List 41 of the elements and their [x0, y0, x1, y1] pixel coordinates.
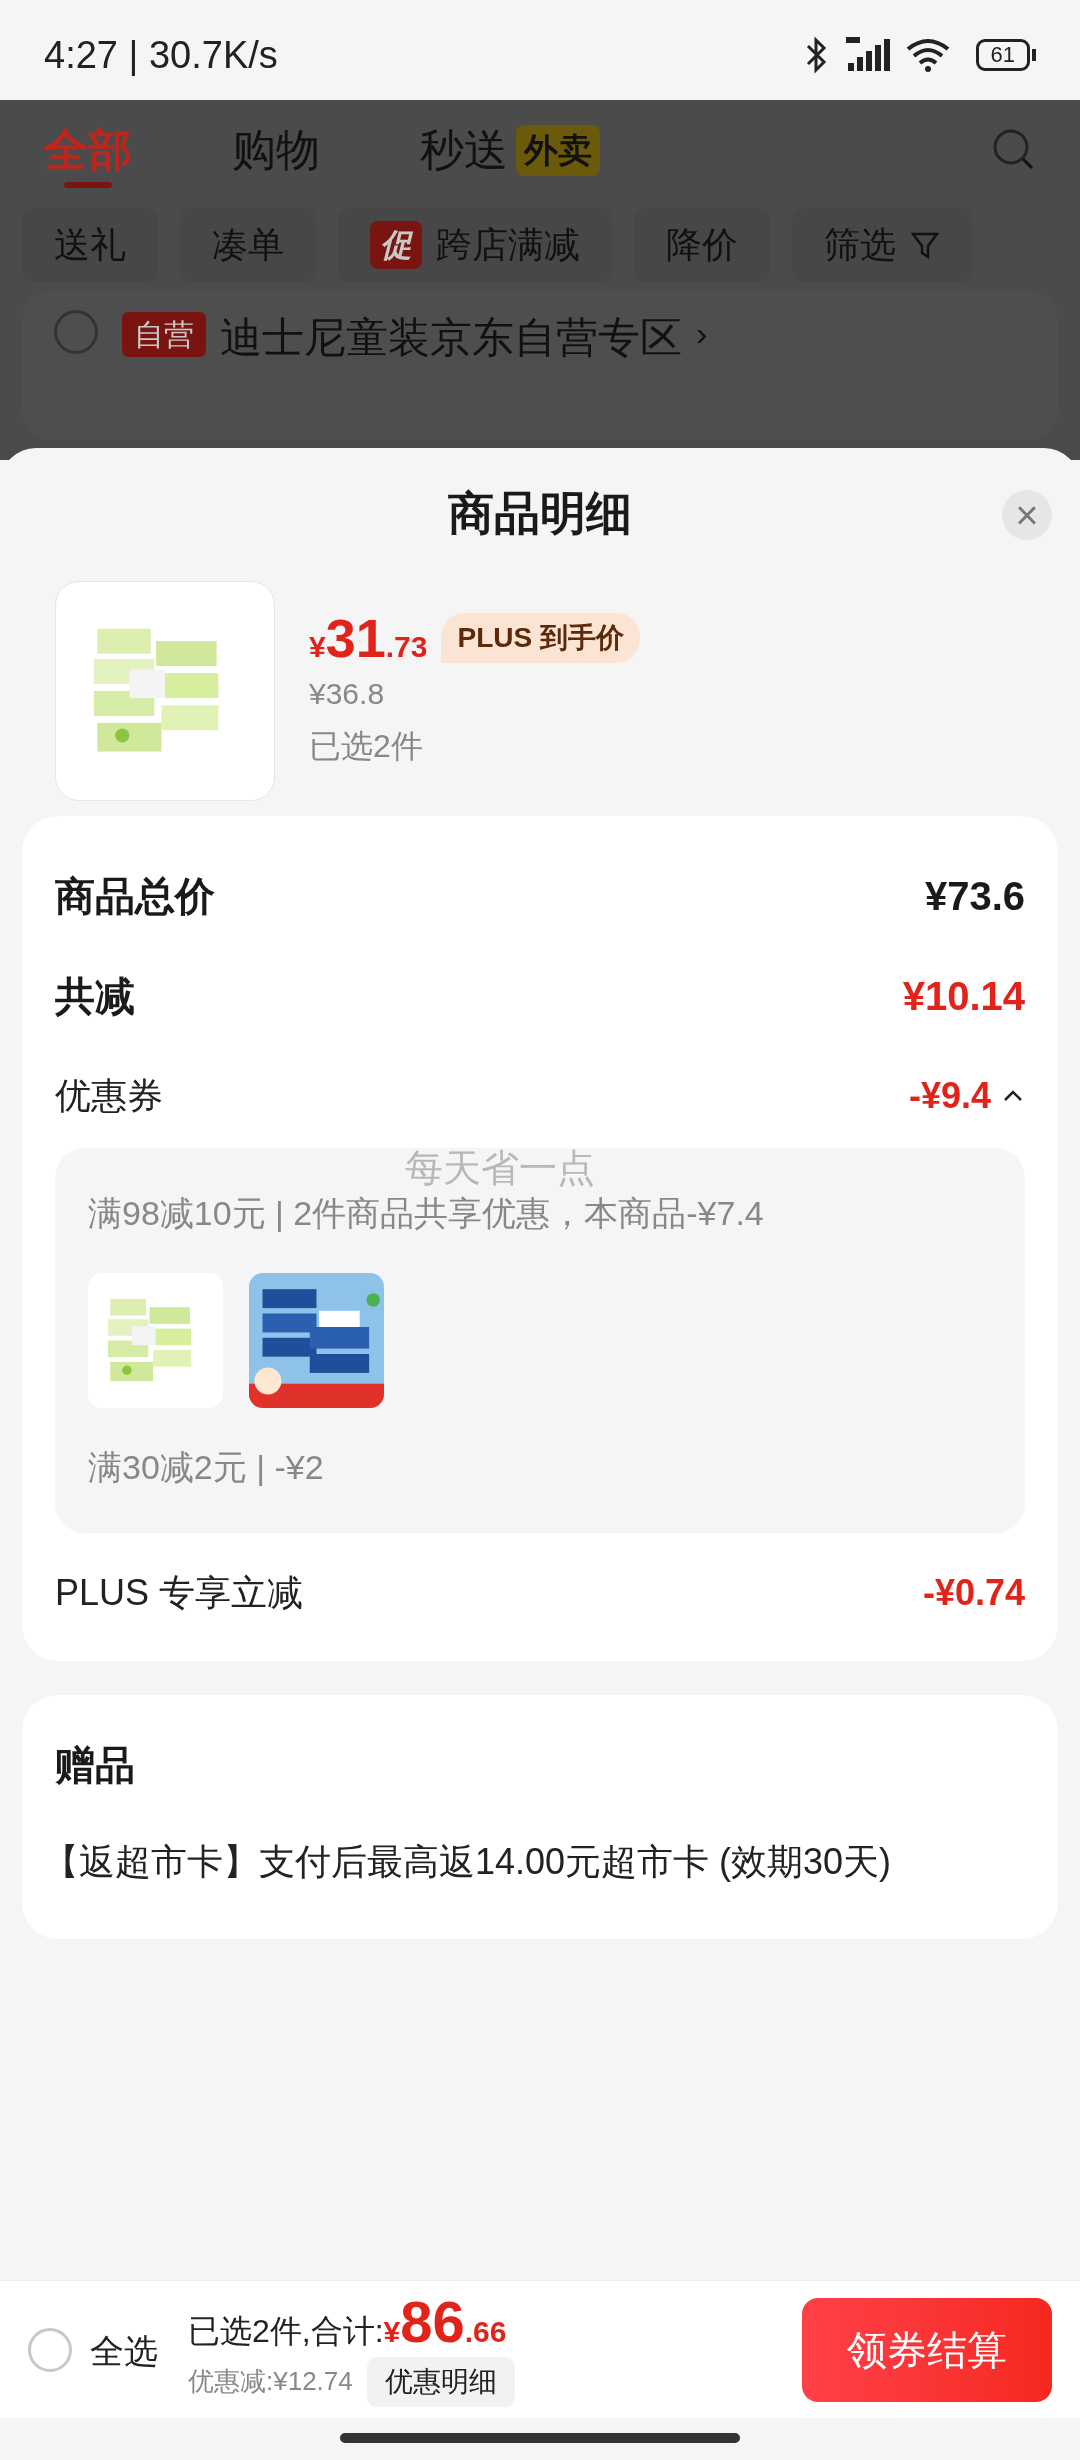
home-indicator[interactable]: [340, 2433, 740, 2443]
summary-label: 优惠券: [55, 1074, 163, 1118]
checkout-button[interactable]: 领券结算: [802, 2297, 1052, 2402]
summary-value: ¥73.6: [924, 873, 1025, 920]
tab[interactable]: 秒送 外卖: [420, 100, 600, 200]
product-price: ¥31.73: [309, 611, 428, 665]
summary-label: 共减: [55, 973, 135, 1020]
summary-value: ¥10.14: [902, 973, 1025, 1020]
status-time: 4:27 | 30.7K/s: [44, 32, 278, 78]
battery-indicator: 61: [975, 39, 1030, 71]
gift-title: 赠品: [55, 1742, 136, 1789]
promo-tag: 促: [370, 221, 422, 269]
summary-label: 商品总价: [55, 873, 215, 920]
sheet-title: 商品明细: [448, 485, 632, 541]
slogan-text: 每天省一点: [405, 1146, 595, 1191]
coupon-text: 满98减10元 | 2件商品共享优惠，本商品-¥7.4: [88, 1193, 765, 1234]
tag: 自营: [122, 312, 206, 357]
search-icon[interactable]: [992, 128, 1036, 172]
filter-icon: [910, 230, 940, 260]
saved-amount: 优惠减:¥12.74: [188, 2365, 353, 2398]
tab[interactable]: 购物: [232, 100, 320, 200]
radio-button[interactable]: [54, 310, 98, 354]
tag: 外卖: [516, 124, 600, 176]
total-price: ¥86.66: [383, 2292, 507, 2351]
price-tag: PLUS 到手价: [441, 613, 640, 663]
select-all-label[interactable]: 全选: [90, 2326, 158, 2377]
store-name[interactable]: 迪士尼童装京东自营专区: [220, 306, 682, 369]
summary-value: -¥0.74: [922, 1571, 1025, 1615]
tab[interactable]: 全部: [44, 100, 132, 200]
battery-tip: [1032, 49, 1036, 61]
tab-underline: [64, 182, 112, 188]
original-price: ¥36.8: [309, 676, 386, 712]
gift-text: 【返超市卡】支付后最高返14.00元超市卡 (效期30天): [43, 1840, 893, 1884]
coupon-text: 满30减2元 | -¥2: [88, 1447, 325, 1488]
close-button[interactable]: ×: [1002, 490, 1052, 540]
summary-value: -¥9.4: [908, 1074, 991, 1118]
discount-detail-button[interactable]: 优惠明细: [366, 2356, 515, 2407]
summary-label: PLUS 专享立减: [55, 1571, 304, 1615]
total-label: 已选2件,合计:: [188, 2311, 384, 2351]
selected-count: 已选2件: [309, 727, 424, 766]
chevron-icon: ›: [696, 308, 708, 359]
